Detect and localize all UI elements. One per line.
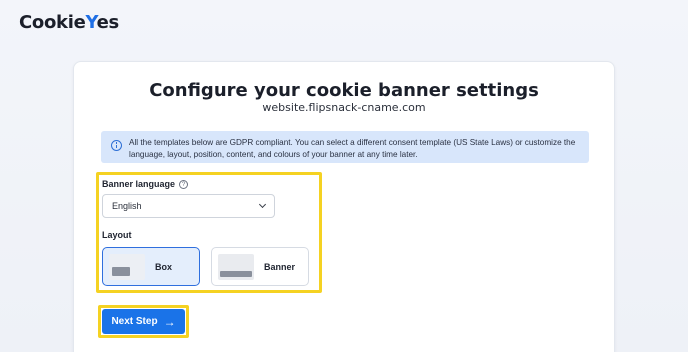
chevron-down-icon (258, 200, 267, 209)
website-domain: website.flipsnack-cname.com (262, 101, 426, 114)
banner-language-label: Banner language ? (102, 179, 189, 189)
banner-language-select[interactable]: English (102, 194, 275, 218)
help-icon[interactable]: ? (179, 179, 189, 189)
layout-option-banner[interactable]: Banner (211, 247, 309, 286)
banner-layout-thumbnail-icon (218, 253, 254, 280)
next-step-label: Next Step (111, 316, 158, 327)
logo-check-mark: Y (85, 12, 97, 33)
info-text: All the templates below are GDPR complia… (129, 138, 576, 159)
logo-text-es: es (96, 12, 120, 33)
layout-option-box[interactable]: Box (102, 247, 200, 286)
arrow-right-icon: → (163, 314, 176, 329)
settings-card: Configure your cookie banner settings we… (73, 61, 615, 352)
next-step-button[interactable]: Next Step → (102, 309, 185, 334)
layout-option-banner-label: Banner (264, 261, 296, 272)
cookieyes-logo: CookieYes (19, 12, 119, 33)
info-banner: All the templates below are GDPR complia… (101, 131, 589, 163)
page-title: Configure your cookie banner settings (149, 80, 539, 101)
layout-option-box-label: Box (155, 261, 173, 272)
layout-label: Layout (102, 230, 132, 240)
box-layout-thumbnail-icon (109, 253, 145, 280)
info-icon (111, 140, 122, 151)
logo-text-cookie: Cookie (19, 12, 86, 33)
banner-language-label-text: Banner language (102, 179, 176, 189)
banner-language-value: English (112, 201, 142, 211)
